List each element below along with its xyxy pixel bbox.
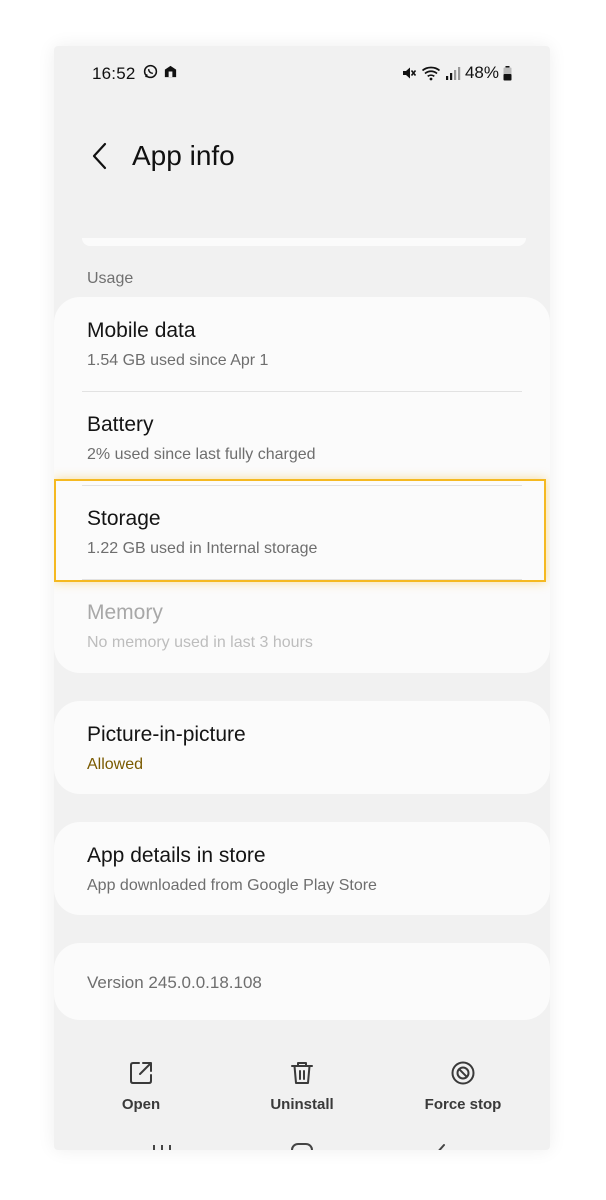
trash-icon — [291, 1062, 313, 1084]
storage-row[interactable]: Storage 1.22 GB used in Internal storage — [54, 485, 550, 579]
row-title: Mobile data — [87, 319, 196, 342]
whatsapp-icon — [143, 64, 158, 79]
open-external-icon — [130, 1062, 152, 1084]
row-title: Storage — [87, 507, 161, 530]
store-subtitle: App downloaded from Google Play Store — [87, 877, 377, 894]
mute-icon — [402, 67, 417, 79]
battery-icon — [503, 65, 512, 80]
force-stop-label: Force stop — [424, 1096, 502, 1113]
home-icon — [291, 1143, 313, 1150]
back-arrow-icon — [92, 142, 107, 170]
wifi-icon — [421, 66, 441, 81]
status-notification-icons — [143, 64, 178, 79]
app-header: App info — [54, 136, 550, 196]
force-stop-button[interactable]: Force stop — [398, 1060, 528, 1113]
chevron-left-icon — [438, 1144, 445, 1150]
phone-screen: 16:52 48% App info Usage Mobile data 1.5… — [54, 46, 550, 1150]
usage-card: Mobile data 1.54 GB used since Apr 1 Bat… — [54, 297, 550, 673]
row-title: Battery — [87, 413, 154, 436]
status-time: 16:52 — [92, 64, 136, 83]
store-title: App details in store — [87, 844, 266, 867]
status-right-icons: 48% — [401, 63, 512, 83]
signal-icon — [445, 67, 461, 80]
version-card: Version 245.0.0.18.108 — [54, 943, 550, 1020]
open-button[interactable]: Open — [76, 1060, 206, 1113]
usage-section-label: Usage — [87, 270, 134, 287]
back-button[interactable] — [82, 138, 118, 174]
page-title: App info — [132, 140, 235, 171]
previous-card-edge — [82, 238, 526, 246]
uninstall-button[interactable]: Uninstall — [237, 1060, 367, 1113]
recent-apps-button[interactable] — [142, 1138, 182, 1150]
notification-app-icon — [164, 65, 177, 78]
row-subtitle: 1.22 GB used in Internal storage — [87, 540, 318, 557]
row-subtitle: 1.54 GB used since Apr 1 — [87, 352, 269, 369]
mobile-data-row[interactable]: Mobile data 1.54 GB used since Apr 1 — [54, 297, 550, 391]
pip-title: Picture-in-picture — [87, 723, 246, 746]
battery-row[interactable]: Battery 2% used since last fully charged — [54, 391, 550, 485]
version-text: Version 245.0.0.18.108 — [87, 973, 262, 992]
home-button[interactable] — [282, 1138, 322, 1150]
open-label: Open — [121, 1096, 161, 1113]
block-icon — [451, 1061, 475, 1085]
uninstall-label: Uninstall — [270, 1096, 334, 1113]
memory-row[interactable]: Memory No memory used in last 3 hours — [54, 579, 550, 673]
app-details-in-store-card[interactable]: App details in store App downloaded from… — [54, 822, 550, 915]
bottom-action-bar: Open Uninstall Force stop — [54, 1046, 550, 1126]
row-title: Memory — [87, 601, 163, 624]
picture-in-picture-card[interactable]: Picture-in-picture Allowed — [54, 701, 550, 794]
row-subtitle: No memory used in last 3 hours — [87, 634, 313, 651]
recent-apps-icon — [153, 1145, 171, 1150]
battery-percent: 48% — [464, 63, 499, 82]
pip-status: Allowed — [87, 756, 144, 773]
status-bar: 16:52 48% — [54, 46, 550, 98]
row-subtitle: 2% used since last fully charged — [87, 446, 316, 463]
system-navigation-bar — [54, 1132, 550, 1150]
back-nav-button[interactable] — [420, 1138, 460, 1150]
